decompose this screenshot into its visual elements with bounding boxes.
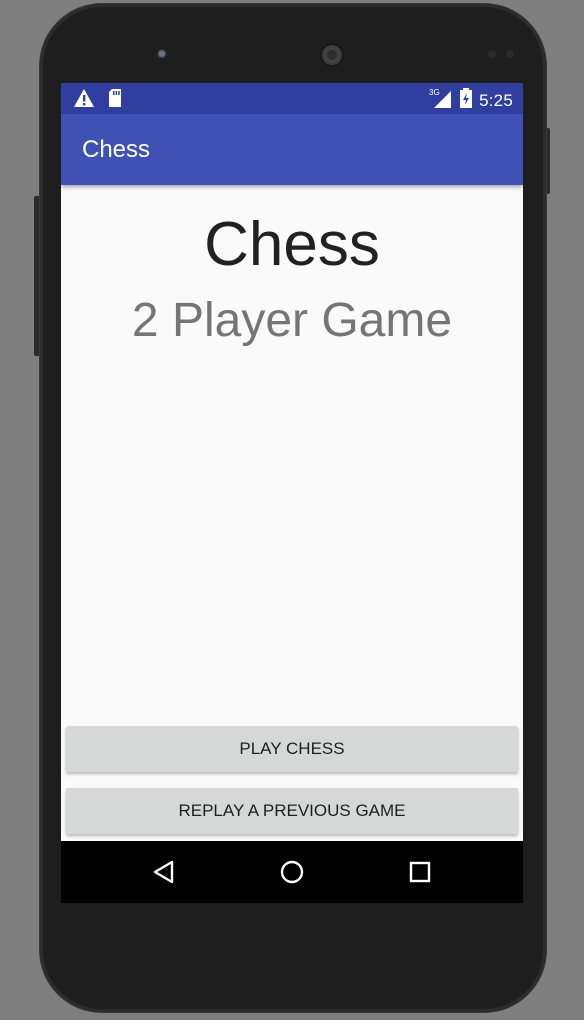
recents-icon [409,861,431,883]
status-bar: 3G 5:25 [61,83,523,114]
sd-card-icon [107,88,123,113]
status-time: 5:25 [479,90,513,110]
app-bar: Chess [61,114,523,185]
home-icon [280,860,304,884]
front-camera [157,49,169,61]
app-bar-title: Chess [82,136,151,163]
play-chess-button[interactable]: PLAY CHESS [66,726,518,772]
recents-button[interactable] [402,854,438,890]
back-button[interactable] [146,854,182,890]
page-title: Chess [204,210,380,279]
status-notifications [73,88,123,113]
network-type-label: 3G [429,88,440,97]
battery-icon [459,87,473,114]
status-system: 3G 5:25 [429,87,513,114]
page-subtitle: 2 Player Game [131,294,453,347]
cellular-signal-icon: 3G [429,87,453,114]
back-icon [153,860,174,884]
navigation-bar [61,841,523,903]
home-button[interactable] [274,854,310,890]
earpiece-speaker [320,43,344,67]
screen: 3G 5:25 Chess Chess 2 Player Game PLAY C… [61,83,523,903]
warning-icon [73,88,95,113]
replay-previous-game-button[interactable]: REPLAY A PREVIOUS GAME [66,788,518,834]
proximity-sensor [488,50,496,58]
light-sensor [506,50,514,58]
